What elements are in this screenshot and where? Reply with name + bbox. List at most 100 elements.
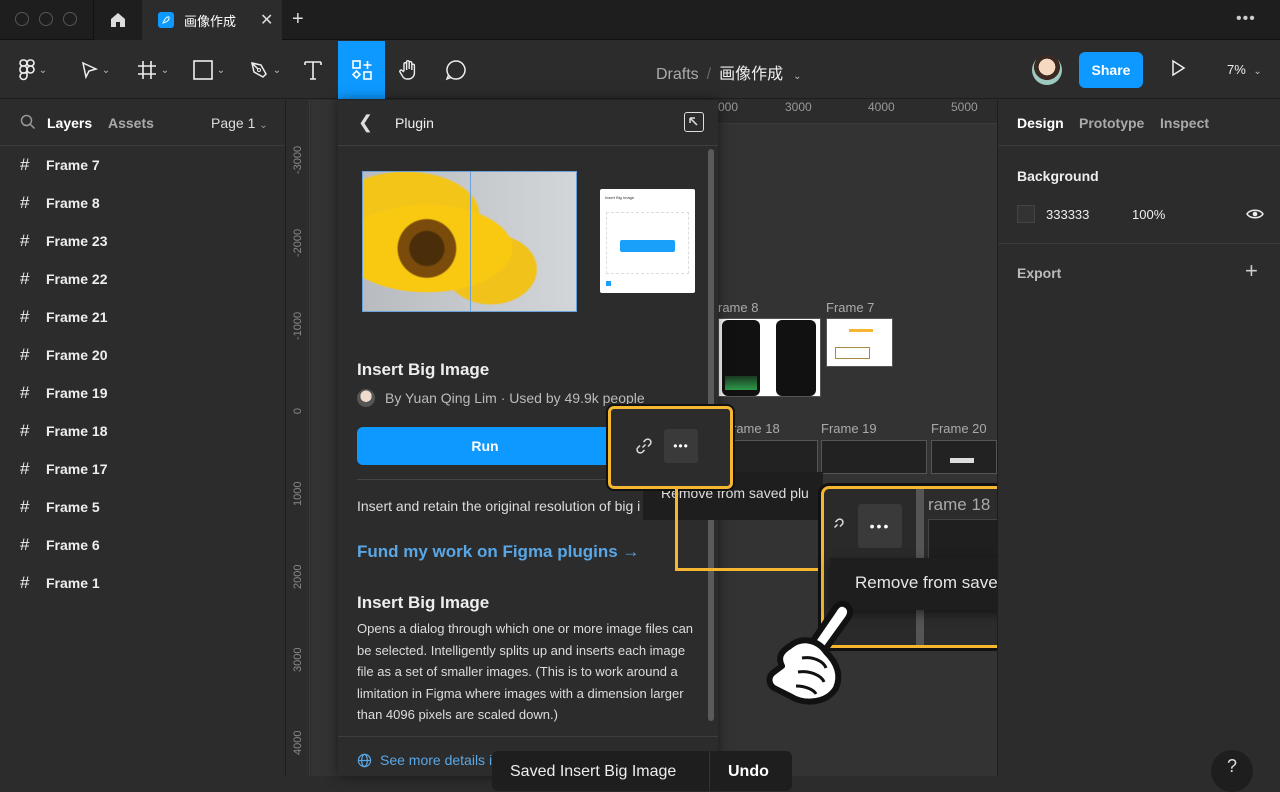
divider — [338, 736, 718, 737]
description-body: Opens a dialog through which one or more… — [357, 621, 694, 722]
toast: Saved Insert Big Image Undo — [492, 751, 792, 791]
add-export-icon[interactable]: + — [1245, 258, 1258, 284]
properties-panel: Design Prototype Inspect Background 3333… — [997, 100, 1280, 776]
layer-item[interactable]: # Frame 22 — [0, 260, 286, 298]
layer-item[interactable]: # Frame 18 — [0, 412, 286, 450]
background-color-swatch[interactable] — [1017, 205, 1035, 223]
outline-box — [835, 347, 870, 359]
frame-label[interactable]: Frame 19 — [821, 421, 877, 436]
phone-mockup — [722, 320, 760, 396]
tab-inspect[interactable]: Inspect — [1160, 115, 1209, 131]
chevron-down-icon: ⌄ — [101, 64, 111, 76]
ruler-tick-label: 4000 — [292, 730, 304, 755]
frame-label[interactable]: rame 18 — [732, 421, 780, 436]
layer-item[interactable]: # Frame 7 — [0, 146, 286, 184]
tab-layers[interactable]: Layers — [47, 115, 92, 131]
page-selector[interactable]: Page 1 ⌄ — [211, 115, 268, 131]
breadcrumb: Drafts / 画像作成 ⌄ — [656, 60, 802, 84]
title-bar: 画像作成 ✕ + ••• — [0, 0, 1280, 40]
comment-tool-button[interactable] — [440, 41, 472, 99]
present-button[interactable] — [1170, 59, 1186, 82]
layers-panel: Layers Assets Page 1 ⌄ # Frame 7 # Frame 8 #… — [0, 100, 286, 776]
resources-tool-button[interactable] — [338, 41, 385, 99]
figma-file-icon — [158, 12, 174, 28]
frame-7-thumbnail[interactable] — [826, 318, 893, 367]
eye-icon[interactable] — [1246, 207, 1264, 221]
home-tab[interactable] — [94, 0, 142, 40]
chevron-down-icon: ⌄ — [1253, 66, 1262, 77]
undo-button[interactable]: Undo — [710, 751, 769, 781]
background-hex-input[interactable]: 333333 — [1046, 207, 1089, 222]
text-tool-button[interactable] — [298, 41, 328, 99]
choose-files-button-preview — [620, 240, 675, 252]
layer-item[interactable]: # Frame 8 — [0, 184, 286, 222]
label-chip — [950, 458, 974, 463]
breadcrumb-file-name[interactable]: 画像作成 — [719, 66, 783, 83]
more-options-icon[interactable]: ••• — [1236, 10, 1256, 28]
tab-assets[interactable]: Assets — [108, 115, 154, 131]
frame-icon — [137, 61, 156, 79]
link-icon — [833, 518, 844, 529]
fund-link[interactable]: Fund my work on Figma plugins → — [357, 542, 639, 562]
more-actions-button[interactable]: ••• — [664, 429, 698, 463]
connector-line — [675, 489, 678, 571]
layers-panel-header: Layers Assets Page 1 ⌄ — [0, 100, 285, 146]
tab-design[interactable]: Design — [1017, 115, 1064, 131]
main-menu-button[interactable]: ⌄ — [8, 41, 58, 99]
user-avatar[interactable] — [1032, 55, 1062, 85]
layer-item[interactable]: # Frame 5 — [0, 488, 286, 526]
layer-item[interactable]: # Frame 19 — [0, 374, 286, 412]
help-button[interactable]: ? — [1211, 750, 1253, 792]
ruler-tick-label: 000 — [718, 100, 739, 114]
tab-prototype[interactable]: Prototype — [1079, 115, 1144, 131]
layer-name: Frame 23 — [46, 233, 108, 249]
layer-name: Frame 1 — [46, 575, 100, 591]
layer-item[interactable]: # Frame 6 — [0, 526, 286, 564]
frame-label[interactable]: Frame 7 — [826, 300, 874, 315]
layer-item[interactable]: # Frame 17 — [0, 450, 286, 488]
close-tab-icon[interactable]: ✕ — [260, 10, 273, 30]
page-selector-label: Page 1 — [211, 115, 256, 131]
frame-label[interactable]: rame 8 — [718, 300, 758, 315]
layer-item[interactable]: # Frame 20 — [0, 336, 286, 374]
frame-20-thumbnail[interactable] — [931, 440, 997, 474]
hand-icon — [399, 60, 416, 80]
window-maximize-button[interactable] — [63, 12, 77, 26]
frame-19-thumbnail[interactable] — [821, 440, 927, 474]
comment-icon — [445, 60, 466, 81]
popout-icon[interactable] — [684, 112, 704, 132]
frame-18-thumbnail[interactable] — [732, 440, 818, 474]
zoom-level: 7% — [1227, 62, 1246, 77]
run-button[interactable]: Run — [357, 427, 613, 465]
breadcrumb-drafts[interactable]: Drafts — [656, 66, 699, 83]
background-opacity-input[interactable]: 100% — [1132, 207, 1165, 222]
chevron-down-icon[interactable]: ⌄ — [793, 71, 801, 82]
new-tab-button[interactable]: + — [292, 8, 304, 31]
window-close-button[interactable] — [15, 12, 29, 26]
layer-name: Frame 5 — [46, 499, 100, 515]
layer-item[interactable]: # Frame 23 — [0, 222, 286, 260]
dialog-preview-title: Insert Big Image — [605, 195, 635, 200]
hand-tool-button[interactable] — [392, 41, 426, 99]
see-more-link[interactable]: See more details i — [357, 752, 492, 768]
figma-logo-icon — [18, 59, 35, 81]
pen-tool-button[interactable]: ⌄ — [242, 41, 288, 99]
chart-graphic — [725, 376, 757, 390]
link-icon[interactable] — [635, 437, 653, 455]
layer-item[interactable]: # Frame 1 — [0, 564, 286, 602]
search-icon[interactable] — [20, 114, 36, 130]
frame-8-thumbnail[interactable] — [718, 318, 821, 397]
frame-label[interactable]: Frame 20 — [931, 421, 987, 436]
frame-tool-button[interactable]: ⌄ — [130, 41, 176, 99]
share-button[interactable]: Share — [1079, 52, 1143, 88]
short-description: Insert and retain the original resolutio… — [357, 498, 641, 514]
move-tool-button[interactable]: ⌄ — [72, 41, 118, 99]
back-icon[interactable]: ❮ — [358, 112, 373, 133]
layer-item[interactable]: # Frame 21 — [0, 298, 286, 336]
shape-tool-button[interactable]: ⌄ — [186, 41, 232, 99]
breadcrumb-separator: / — [706, 66, 712, 83]
zoom-dropdown[interactable]: 7% ⌄ — [1227, 62, 1262, 77]
more-actions-button-zoomed: ••• — [858, 504, 902, 548]
window-minimize-button[interactable] — [39, 12, 53, 26]
file-tab[interactable]: 画像作成 ✕ — [142, 0, 282, 40]
